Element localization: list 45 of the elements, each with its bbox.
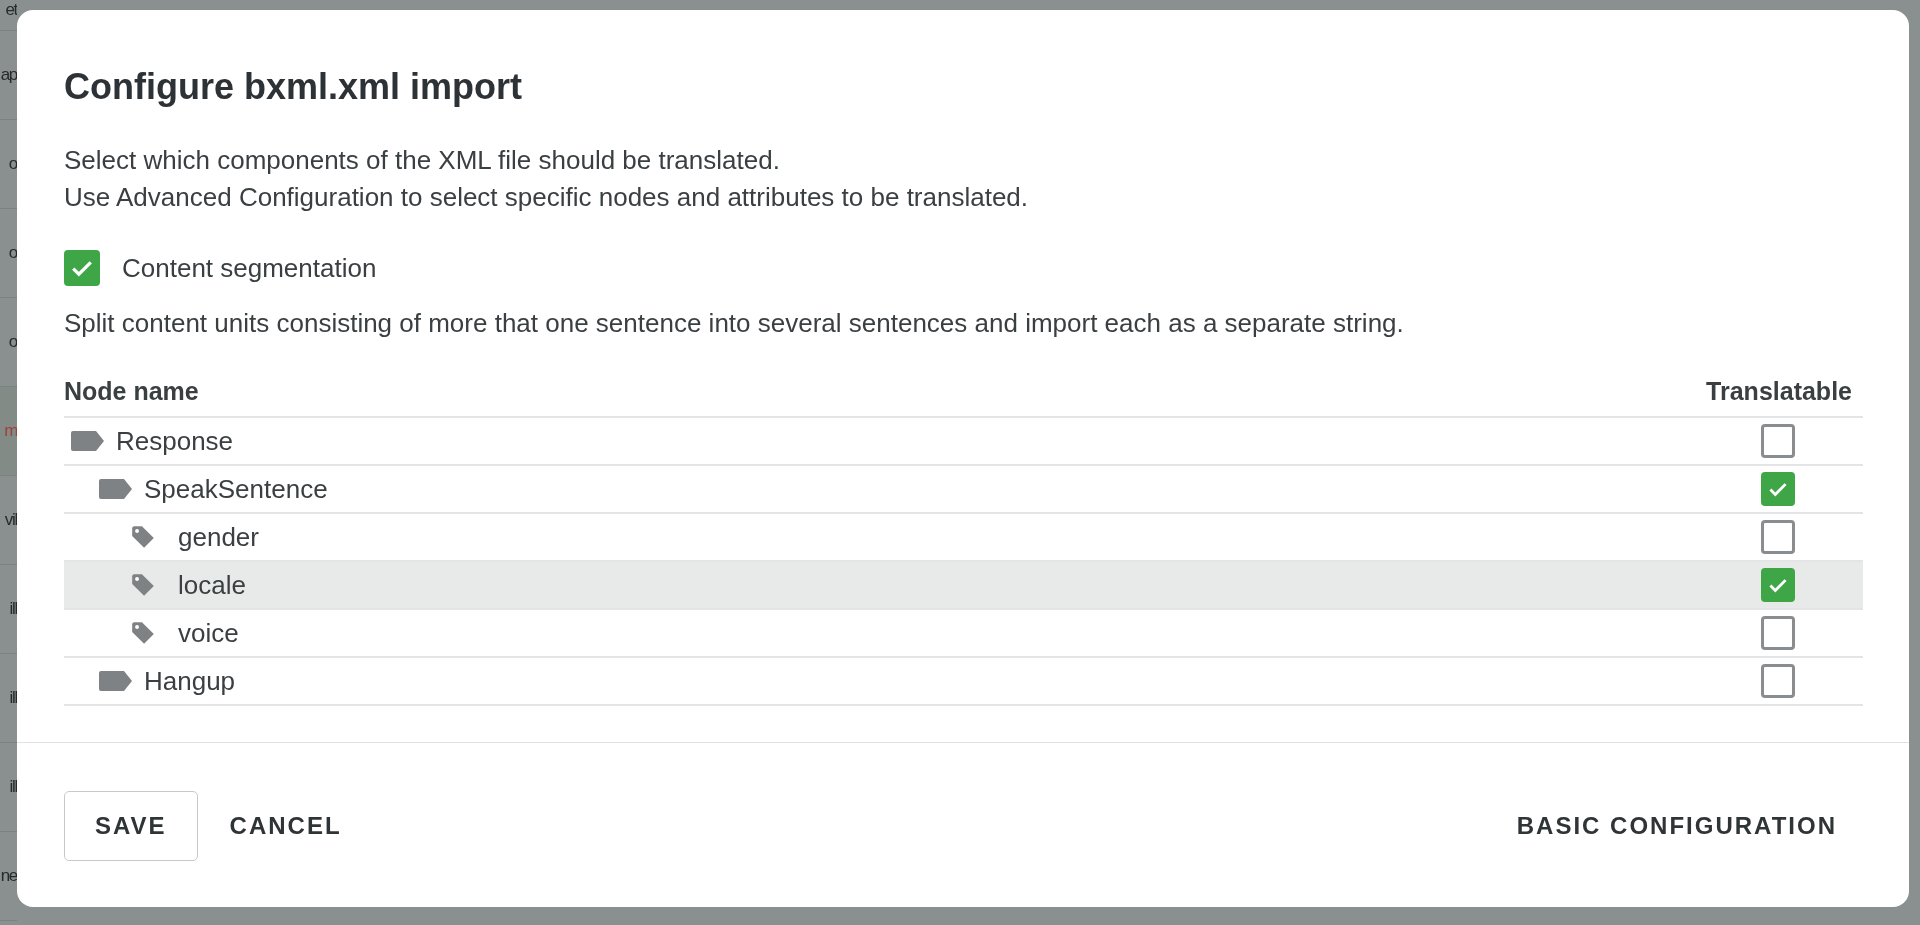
tree-row[interactable]: Hangup <box>64 658 1863 706</box>
node-name: Hangup <box>144 665 236 697</box>
row-text: et <box>5 0 17 20</box>
label-shape-icon <box>98 669 134 693</box>
tree-row[interactable]: locale <box>64 562 1863 610</box>
description-text: Select which components of the XML file should be translated. <box>64 144 781 177</box>
cancel-button[interactable]: CANCEL <box>217 792 354 860</box>
checkbox[interactable] <box>1761 664 1795 698</box>
tree-row[interactable]: voice <box>64 610 1863 658</box>
row-text: m <box>4 421 17 441</box>
node-name: locale <box>178 569 246 601</box>
checkbox[interactable] <box>1761 472 1795 506</box>
node-name: Response <box>116 425 234 457</box>
tree-row[interactable]: Response <box>64 418 1863 466</box>
row-text: ill <box>9 777 17 797</box>
checkbox[interactable] <box>1761 568 1795 602</box>
row-text: o <box>8 154 17 174</box>
row-text: o <box>8 332 17 352</box>
tag-icon <box>130 620 156 646</box>
node-name: gender <box>178 521 259 553</box>
label-shape-icon <box>98 477 134 501</box>
row-text: ne <box>0 866 17 886</box>
row-text: o <box>8 243 17 263</box>
node-name: voice <box>178 617 239 649</box>
row-text: vil <box>4 510 17 530</box>
save-button[interactable]: SAVE <box>64 791 198 861</box>
hint-text: Split content units consisting of more that one sentence into several sentences and import each as a separate string. <box>64 308 1405 339</box>
node-name: SpeakSentence <box>144 473 328 505</box>
description-text: Use Advanced Configuration to select specific nodes and attributes to be translated. <box>64 181 1030 214</box>
checkbox-label: Content segmentation <box>122 252 377 284</box>
dialog-title: Configure bxml.xml import <box>64 66 524 108</box>
label-shape-icon <box>70 429 106 453</box>
tree-row[interactable]: SpeakSentence <box>64 466 1863 514</box>
row-text: ill <box>9 599 17 619</box>
tag-icon <box>130 572 156 598</box>
row-text: ill <box>9 688 17 708</box>
row-text: ap <box>0 65 17 85</box>
column-header: Node name <box>64 377 199 406</box>
column-header: Translatable <box>1706 377 1852 406</box>
checkbox[interactable] <box>1761 616 1795 650</box>
tag-icon <box>130 524 156 550</box>
checkbox[interactable] <box>1761 424 1795 458</box>
mode-button[interactable]: BASIC CONFIGURATION <box>1504 792 1849 860</box>
checkbox[interactable] <box>64 250 100 286</box>
checkbox[interactable] <box>1761 520 1795 554</box>
